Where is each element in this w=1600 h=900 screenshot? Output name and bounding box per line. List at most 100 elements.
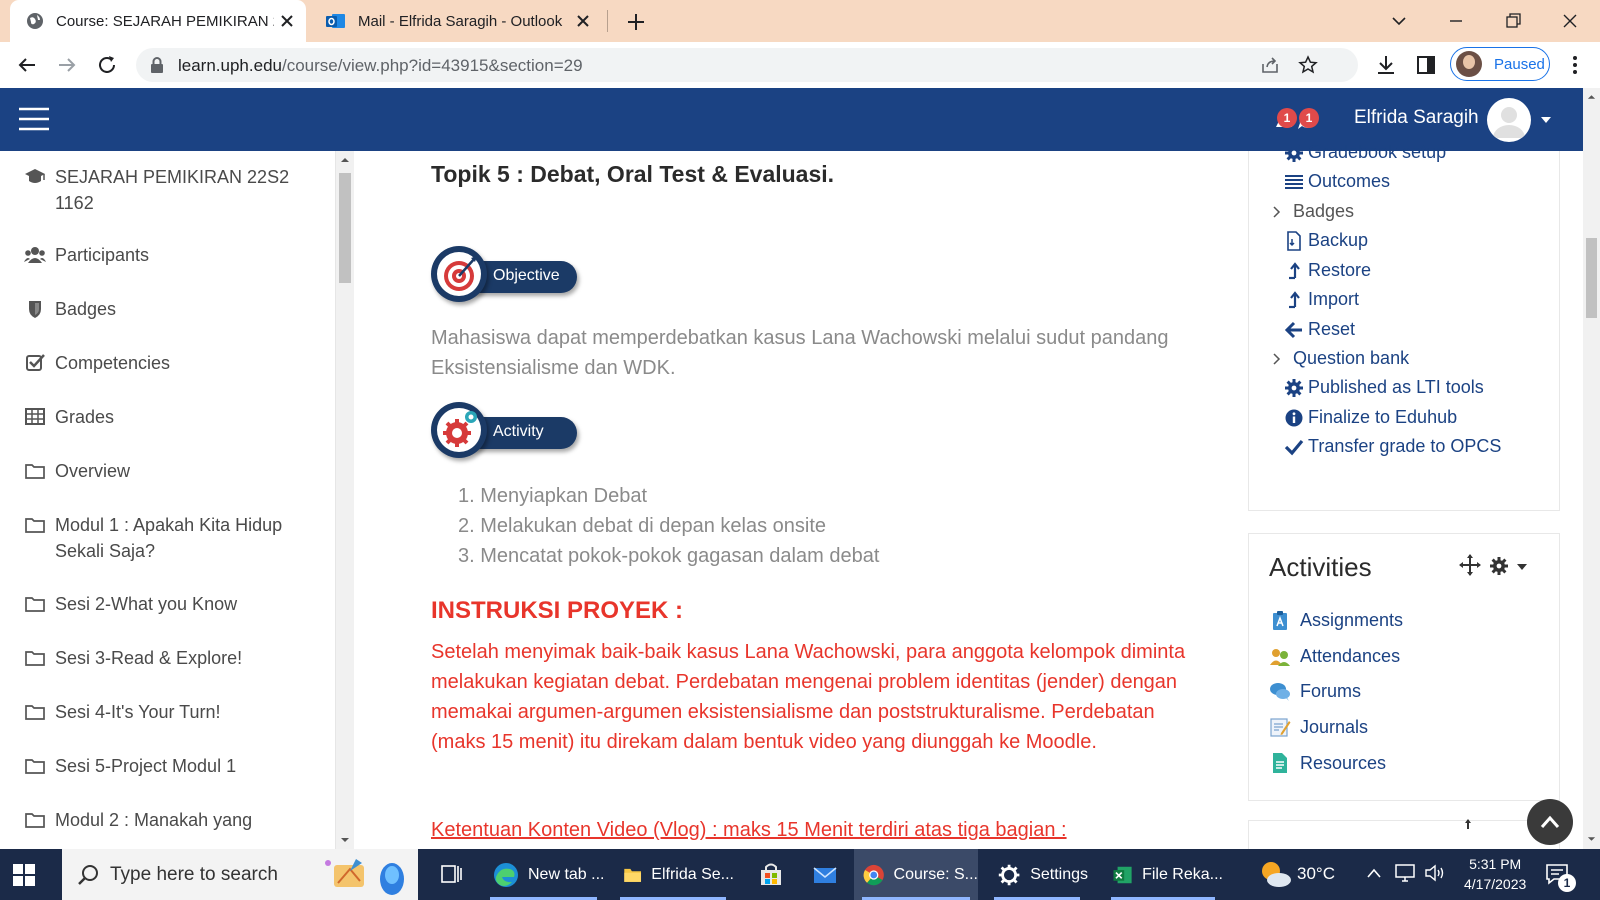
- admin-item-outcomes[interactable]: Outcomes: [1284, 171, 1390, 192]
- network-icon[interactable]: [1394, 863, 1416, 883]
- weather-temperature[interactable]: 30°C: [1297, 864, 1335, 884]
- admin-item-import[interactable]: Import: [1284, 289, 1359, 310]
- drawer-item-label: Sesi 4-It's Your Turn!: [55, 702, 221, 722]
- admin-item-question-bank[interactable]: Question bank: [1271, 348, 1409, 369]
- drawer-item-modul-1[interactable]: Modul 1 : Apakah Kita Hidup Sekali Saja?: [24, 512, 314, 564]
- taskbar-app-store[interactable]: [746, 849, 796, 900]
- close-icon[interactable]: [278, 12, 296, 30]
- taskbar-app-edge[interactable]: New tab ...: [482, 849, 605, 900]
- avatar: [1456, 51, 1482, 77]
- chevron-right-icon: [1273, 352, 1281, 365]
- list-icon: [1285, 174, 1303, 189]
- admin-item-restore[interactable]: Restore: [1284, 260, 1371, 281]
- user-name[interactable]: Elfrida Saragih: [1354, 107, 1479, 129]
- project-instruction-text: Setelah menyimak baik-baik kasus Lana Wa…: [431, 641, 1186, 753]
- folder-icon: [25, 759, 45, 774]
- drawer-item-competencies[interactable]: Competencies: [24, 350, 170, 376]
- restore-window-icon[interactable]: [1500, 8, 1526, 34]
- back-to-top-button[interactable]: [1527, 799, 1573, 845]
- drawer-item-modul-2[interactable]: Modul 2 : Manakah yang: [24, 807, 252, 833]
- folder-icon: [25, 813, 45, 828]
- objective-badge: Objective: [431, 246, 579, 304]
- admin-item-published-lti[interactable]: Published as LTI tools: [1284, 377, 1484, 398]
- taskbar-app-chrome[interactable]: Course: S...: [854, 849, 978, 900]
- tab-outlook-mail[interactable]: Mail - Elfrida Saragih - Outlook: [312, 0, 602, 42]
- kebab-menu-icon[interactable]: [1563, 53, 1587, 77]
- admin-item-backup[interactable]: Backup: [1284, 230, 1368, 251]
- drawer-item-participants[interactable]: Participants: [24, 242, 149, 268]
- profile-button[interactable]: Paused: [1450, 47, 1550, 81]
- download-icon[interactable]: [1374, 53, 1398, 77]
- scroll-down-arrow-icon[interactable]: [340, 837, 350, 843]
- activity-link-resources[interactable]: Resources: [1269, 752, 1386, 774]
- user-avatar[interactable]: [1487, 98, 1531, 142]
- drawer-item-sesi-2[interactable]: Sesi 2-What you Know: [24, 591, 237, 617]
- clock[interactable]: 5:31 PM 4/17/2023: [1464, 854, 1526, 894]
- close-window-icon[interactable]: [1557, 8, 1583, 34]
- side-panel-icon[interactable]: [1414, 53, 1438, 77]
- activity-link-journals[interactable]: Journals: [1269, 716, 1368, 738]
- move-icon[interactable]: [1459, 819, 1477, 829]
- minimize-icon[interactable]: [1443, 8, 1469, 34]
- admin-item-label: Gradebook setup: [1308, 142, 1447, 162]
- taskbar-search-box[interactable]: Type here to search: [62, 849, 418, 900]
- scroll-up-arrow-icon[interactable]: [340, 157, 350, 163]
- windows-start-icon[interactable]: [12, 863, 36, 887]
- activity-link-attendances[interactable]: Attendances: [1269, 645, 1400, 667]
- tab-course[interactable]: Course: SEJARAH PEMIKIRAN 22S2 1162: [10, 0, 306, 42]
- scroll-up-arrow-icon[interactable]: [1587, 94, 1596, 100]
- activity-link-forums[interactable]: Forums: [1269, 680, 1361, 702]
- admin-item-badges[interactable]: Badges: [1271, 201, 1354, 222]
- close-icon[interactable]: [574, 12, 592, 30]
- admin-item-transfer-grade[interactable]: Transfer grade to OPCS: [1284, 436, 1501, 457]
- gear-icon[interactable]: [1489, 556, 1509, 576]
- tab-search-chevron-icon[interactable]: [1386, 8, 1412, 34]
- forward-arrow-icon[interactable]: [55, 53, 79, 77]
- graduation-cap-icon: [25, 169, 45, 183]
- share-icon[interactable]: [1260, 55, 1280, 75]
- admin-item-label: Import: [1308, 289, 1360, 309]
- bookmark-star-icon[interactable]: [1298, 55, 1318, 75]
- back-arrow-icon[interactable]: [15, 53, 39, 77]
- taskbar-app-explorer[interactable]: Elfrida Se...: [612, 849, 734, 900]
- drawer-item-sesi-5[interactable]: Sesi 5-Project Modul 1: [24, 753, 236, 779]
- drawer-item-sesi-3[interactable]: Sesi 3-Read & Explore!: [24, 645, 242, 671]
- drawer-item-grades[interactable]: Grades: [24, 404, 114, 430]
- checkbox-icon: [26, 354, 45, 371]
- drawer-item-sesi-4[interactable]: Sesi 4-It's Your Turn!: [24, 699, 221, 725]
- drawer-item-course[interactable]: SEJARAH PEMIKIRAN 22S2 1162: [24, 164, 314, 216]
- task-view-icon[interactable]: [440, 862, 464, 886]
- taskbar-app-mail[interactable]: [800, 849, 850, 900]
- activities-block-title: Activities: [1269, 552, 1372, 582]
- drawer-item-overview[interactable]: Overview: [24, 458, 130, 484]
- reload-icon[interactable]: [95, 53, 119, 77]
- upload-icon: [1289, 261, 1300, 279]
- admin-item-gradebook-setup[interactable]: Gradebook setup: [1284, 142, 1446, 163]
- caret-down-icon[interactable]: [1516, 563, 1528, 571]
- new-tab-plus-icon[interactable]: [624, 10, 648, 34]
- notifications[interactable]: 1 1: [1272, 108, 1334, 134]
- lock-icon[interactable]: [150, 57, 164, 73]
- admin-item-reset[interactable]: Reset: [1284, 319, 1355, 340]
- chevron-up-icon[interactable]: [1366, 867, 1382, 879]
- drawer-scrollbar-thumb[interactable]: [339, 173, 351, 283]
- address-bar[interactable]: learn.uph.edu/course/view.php?id=43915&s…: [136, 48, 1358, 82]
- caret-down-icon[interactable]: [1540, 116, 1552, 124]
- assignment-icon: [1273, 611, 1287, 630]
- forum-icon: [1270, 683, 1290, 701]
- taskbar-app-settings[interactable]: Settings: [986, 849, 1088, 900]
- page-scrollbar[interactable]: [1583, 88, 1600, 849]
- drawer-item-badges[interactable]: Badges: [24, 296, 116, 322]
- move-icon[interactable]: [1459, 554, 1481, 576]
- drawer-scrollbar[interactable]: [336, 151, 354, 849]
- scroll-down-arrow-icon[interactable]: [1587, 836, 1596, 842]
- taskbar-app-excel[interactable]: File Reka...: [1103, 849, 1223, 900]
- admin-item-label: Reset: [1308, 319, 1356, 339]
- hamburger-menu-icon[interactable]: [18, 106, 50, 132]
- weather-partly-sunny-icon[interactable]: [1258, 858, 1292, 890]
- admin-item-finalize-eduhub[interactable]: Finalize to Eduhub: [1284, 407, 1457, 428]
- volume-icon[interactable]: [1424, 863, 1446, 883]
- activity-link-assignments[interactable]: Assignments: [1269, 609, 1403, 631]
- admin-item-label: Restore: [1308, 260, 1372, 280]
- page-scrollbar-thumb[interactable]: [1586, 238, 1597, 318]
